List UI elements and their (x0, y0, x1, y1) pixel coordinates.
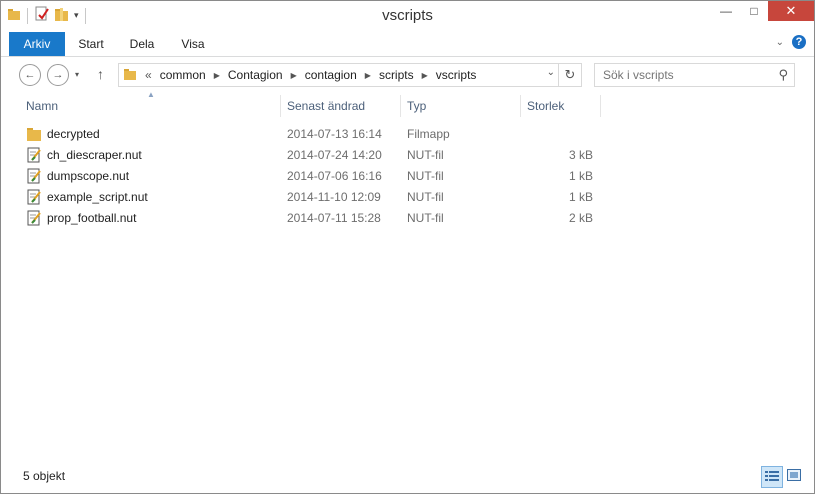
column-type[interactable]: Typ (407, 95, 426, 117)
title-bar: ▾ vscripts — □ ✕ (1, 1, 814, 32)
script-file-icon (26, 147, 42, 163)
expand-ribbon-icon[interactable]: ⌄ (776, 37, 784, 48)
file-modified: 2014-07-13 16:14 (287, 127, 382, 141)
file-type: NUT-fil (407, 148, 444, 162)
column-modified[interactable]: Senast ändrad (287, 95, 365, 117)
tab-start[interactable]: Start (71, 32, 111, 56)
close-button[interactable]: ✕ (768, 1, 814, 21)
sort-ascending-icon: ▲ (147, 90, 155, 99)
script-file-icon (26, 189, 42, 205)
folder-icon (26, 126, 42, 142)
list-item[interactable]: decrypted 2014-07-13 16:14 Filmapp (21, 124, 601, 145)
breadcrumb-overflow[interactable]: « (145, 68, 152, 82)
status-bar: 5 objekt (1, 463, 814, 493)
breadcrumb-scripts[interactable]: scripts (379, 68, 414, 82)
recent-locations-icon[interactable]: ▾ (75, 70, 79, 79)
forward-button[interactable]: → (47, 64, 69, 86)
search-icon[interactable]: ⚲ (778, 67, 788, 83)
minimize-button[interactable]: — (712, 1, 740, 21)
file-size: 3 kB (568, 148, 593, 162)
column-divider[interactable] (400, 95, 401, 117)
file-name: example_script.nut (47, 190, 148, 204)
window-controls: — □ ✕ (712, 1, 814, 21)
file-name: prop_football.nut (47, 211, 137, 225)
file-type: NUT-fil (407, 190, 444, 204)
search-box[interactable]: ⚲ (594, 63, 795, 87)
explorer-window: ▾ vscripts — □ ✕ Arkiv Start Dela Visa ⌄… (0, 0, 815, 494)
file-type: NUT-fil (407, 211, 444, 225)
tab-dela[interactable]: Dela (123, 32, 161, 56)
file-modified: 2014-07-06 16:16 (287, 169, 382, 183)
chevron-right-icon[interactable]: ▶ (214, 71, 220, 80)
up-button[interactable]: ↑ (97, 66, 104, 82)
breadcrumb-vscripts[interactable]: vscripts (436, 68, 477, 82)
tab-visa[interactable]: Visa (175, 32, 211, 56)
folder-icon (123, 67, 137, 84)
back-arrow-icon: ← (24, 69, 36, 81)
breadcrumb-common[interactable]: common (160, 68, 206, 82)
column-divider[interactable] (600, 95, 601, 117)
ribbon-tabs: Arkiv Start Dela Visa ⌄ ? (1, 32, 814, 57)
search-input[interactable] (601, 67, 775, 83)
back-button[interactable]: ← (19, 64, 41, 86)
chevron-right-icon[interactable]: ▶ (422, 71, 428, 80)
forward-arrow-icon: → (52, 69, 64, 81)
column-name[interactable]: Namn (26, 95, 58, 117)
large-icons-view-button[interactable] (784, 466, 804, 486)
file-modified: 2014-07-11 15:28 (287, 211, 381, 225)
large-icons-view-icon (787, 468, 801, 484)
file-name: decrypted (47, 127, 100, 141)
breadcrumb-contagion-upper[interactable]: Contagion (228, 68, 283, 82)
list-item[interactable]: example_script.nut 2014-11-10 12:09 NUT-… (21, 187, 601, 208)
list-item[interactable]: ch_diescraper.nut 2014-07-24 14:20 NUT-f… (21, 145, 601, 166)
details-view-button[interactable] (761, 466, 783, 488)
navigation-bar: ← → ▾ ↑ « common ▶ Contagion ▶ contagion… (1, 57, 814, 93)
chevron-right-icon[interactable]: ▶ (291, 71, 297, 80)
breadcrumb-contagion[interactable]: contagion (305, 68, 357, 82)
column-divider[interactable] (520, 95, 521, 117)
help-icon[interactable]: ? (792, 35, 806, 49)
file-name: ch_diescraper.nut (47, 148, 142, 162)
file-size: 1 kB (568, 190, 593, 204)
maximize-button[interactable]: □ (740, 1, 768, 21)
tab-arkiv[interactable]: Arkiv (9, 32, 65, 56)
column-divider[interactable] (280, 95, 281, 117)
script-file-icon (26, 210, 42, 226)
file-type: NUT-fil (407, 169, 444, 183)
file-modified: 2014-07-24 14:20 (287, 148, 382, 162)
list-item[interactable]: dumpscope.nut 2014-07-06 16:16 NUT-fil 1… (21, 166, 601, 187)
list-item[interactable]: prop_football.nut 2014-07-11 15:28 NUT-f… (21, 208, 601, 229)
item-count: 5 objekt (23, 469, 66, 483)
window-title: vscripts (382, 7, 433, 24)
file-modified: 2014-11-10 12:09 (287, 190, 381, 204)
address-bar[interactable]: « common ▶ Contagion ▶ contagion ▶ scrip… (118, 63, 582, 87)
chevron-down-icon[interactable]: ⌄ (547, 67, 555, 78)
file-name: dumpscope.nut (47, 169, 130, 183)
refresh-icon: ↻ (564, 67, 576, 82)
details-view-icon (765, 470, 779, 485)
file-type: Filmapp (407, 127, 450, 141)
chevron-right-icon[interactable]: ▶ (365, 71, 371, 80)
file-size: 2 kB (568, 211, 593, 225)
refresh-button[interactable]: ↻ (558, 64, 581, 86)
script-file-icon (26, 168, 42, 184)
ribbon-controls: ⌄ ? (776, 35, 806, 49)
column-size[interactable]: Storlek (527, 95, 564, 117)
file-size: 1 kB (568, 169, 593, 183)
